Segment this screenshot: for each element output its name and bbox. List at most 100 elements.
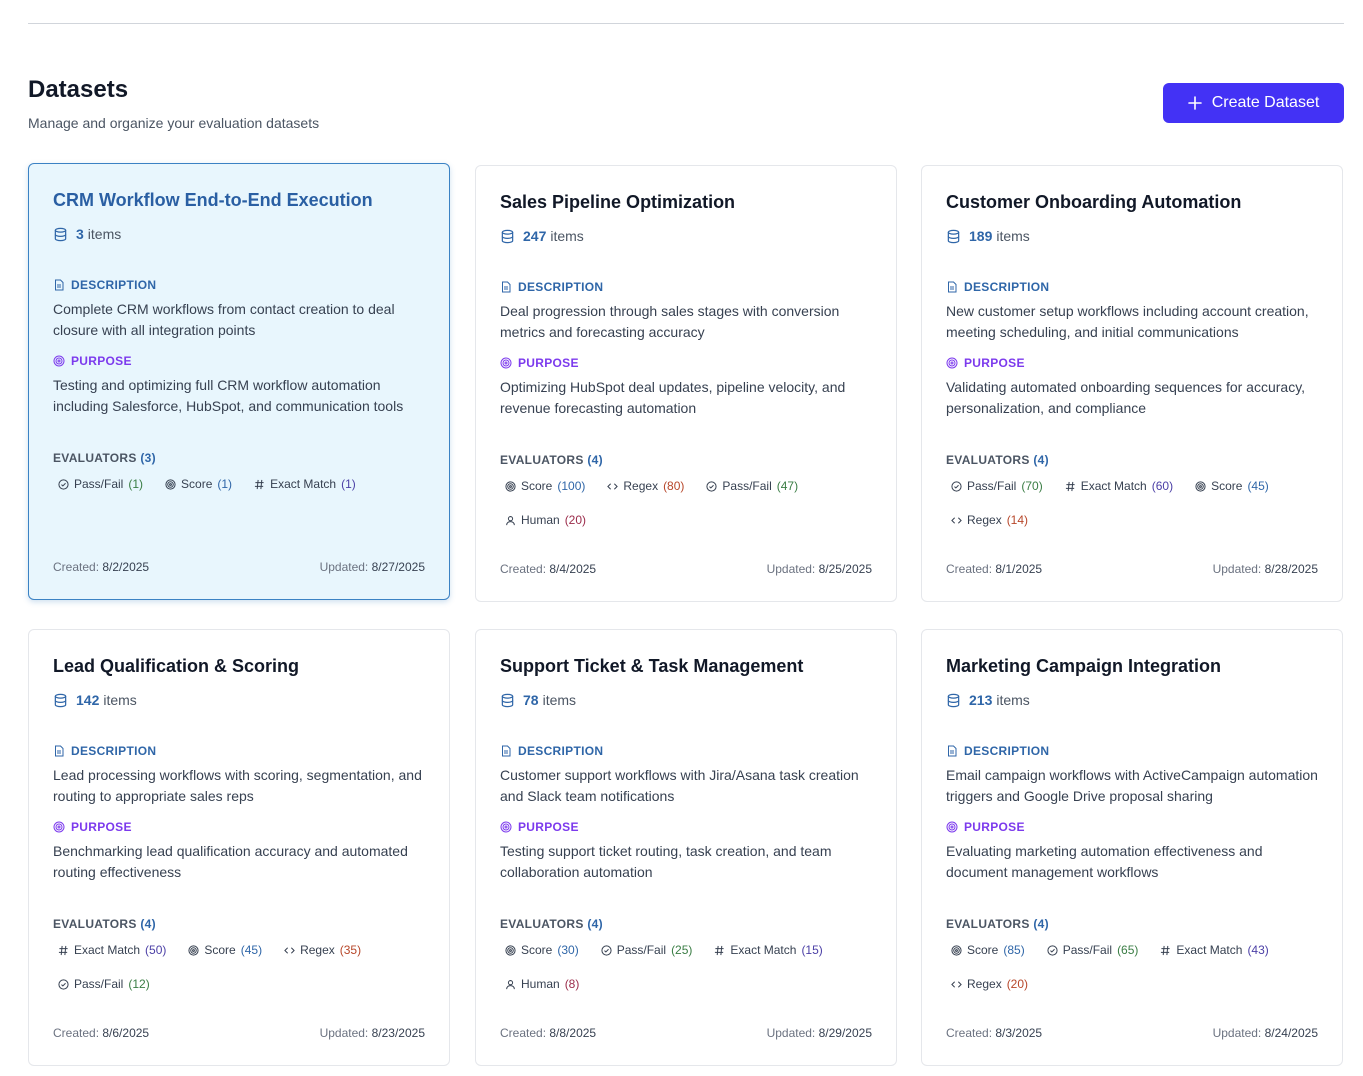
- code-icon: [951, 515, 962, 526]
- evaluator-tag[interactable]: Pass/Fail (47): [701, 476, 803, 496]
- evaluator-tag[interactable]: Score (85): [946, 940, 1030, 960]
- dataset-card[interactable]: Support Ticket & Task Management 78 items…: [475, 629, 897, 1066]
- database-icon: [946, 229, 961, 244]
- evaluators-count: (3): [140, 451, 156, 465]
- dataset-card[interactable]: CRM Workflow End-to-End Execution 3 items…: [28, 163, 450, 600]
- created-label: Created:: [946, 1026, 993, 1040]
- evaluator-tag[interactable]: Score (100): [500, 476, 590, 496]
- dataset-title[interactable]: Marketing Campaign Integration: [946, 656, 1221, 677]
- description-label-text: DESCRIPTION: [71, 744, 157, 758]
- updated-date: Updated: 8/27/2025: [320, 560, 425, 574]
- target-icon: [505, 944, 516, 956]
- check-circle-icon: [601, 944, 612, 956]
- evaluator-tag[interactable]: Regex (35): [279, 940, 366, 960]
- updated-label: Updated:: [319, 560, 369, 574]
- dataset-card[interactable]: Marketing Campaign Integration 213 items …: [921, 629, 1343, 1066]
- updated-value: 8/28/2025: [1264, 562, 1318, 576]
- created-label: Created:: [946, 562, 993, 576]
- item-count: 213: [969, 692, 993, 708]
- target-icon: [951, 944, 962, 956]
- user-icon: [505, 515, 516, 526]
- evaluator-count: (100): [557, 479, 586, 493]
- evaluator-tag[interactable]: Exact Match (43): [1155, 940, 1273, 960]
- updated-date: Updated: 8/23/2025: [320, 1026, 425, 1040]
- evaluator-tag[interactable]: Regex (20): [946, 974, 1033, 994]
- purpose-label-text: PURPOSE: [518, 356, 579, 370]
- item-count: 78: [523, 692, 539, 708]
- evaluators-label: EVALUATORS (4): [500, 453, 603, 467]
- created-label: Created:: [500, 1026, 547, 1040]
- page-header: Datasets Manage and organize your evalua…: [28, 76, 1344, 136]
- file-icon: [946, 745, 958, 757]
- dataset-title[interactable]: CRM Workflow End-to-End Execution: [53, 190, 373, 211]
- item-count-row: 189 items: [946, 228, 1030, 244]
- evaluator-tag[interactable]: Pass/Fail (70): [946, 476, 1048, 496]
- file-icon: [500, 281, 512, 293]
- evaluator-tag[interactable]: Pass/Fail (65): [1042, 940, 1144, 960]
- evaluator-tag[interactable]: Exact Match (15): [709, 940, 827, 960]
- purpose-label-text: PURPOSE: [964, 356, 1025, 370]
- evaluator-name: Score: [1211, 479, 1243, 493]
- evaluator-tag[interactable]: Human (8): [500, 974, 584, 994]
- items-label: items: [542, 692, 577, 708]
- database-icon: [946, 693, 961, 708]
- dataset-card[interactable]: Lead Qualification & Scoring 142 items DE…: [28, 629, 450, 1066]
- created-date: Created: 8/2/2025: [53, 560, 149, 574]
- dataset-title[interactable]: Customer Onboarding Automation: [946, 192, 1241, 213]
- item-count: 142: [76, 692, 100, 708]
- description-label-text: DESCRIPTION: [518, 280, 604, 294]
- item-count: 247: [523, 228, 547, 244]
- evaluator-tag[interactable]: Score (30): [500, 940, 584, 960]
- evaluator-count: (47): [776, 479, 799, 493]
- purpose-icon: [946, 357, 958, 369]
- purpose-label: PURPOSE: [946, 820, 1025, 834]
- card-footer: Created: 8/2/2025 Updated: 8/27/2025: [53, 560, 425, 574]
- created-value: 8/8/2025: [549, 1026, 597, 1040]
- code-icon: [284, 945, 295, 956]
- evaluator-tag[interactable]: Pass/Fail (25): [596, 940, 698, 960]
- description-text: Email campaign workflows with ActiveCamp…: [946, 767, 1318, 804]
- evaluator-count: (1): [217, 477, 233, 491]
- evaluator-tag[interactable]: Score (45): [183, 940, 267, 960]
- evaluator-tag[interactable]: Exact Match (60): [1060, 476, 1178, 496]
- purpose-label-text: PURPOSE: [71, 354, 132, 368]
- dataset-title[interactable]: Lead Qualification & Scoring: [53, 656, 299, 677]
- evaluator-name: Human: [521, 977, 560, 991]
- evaluators-label: EVALUATORS (4): [946, 453, 1049, 467]
- evaluator-count: (35): [339, 943, 362, 957]
- hash-icon: [58, 945, 69, 956]
- item-count-row: 142 items: [53, 692, 137, 708]
- evaluator-name: Human: [521, 513, 560, 527]
- dataset-card[interactable]: Customer Onboarding Automation 189 items …: [921, 165, 1343, 602]
- evaluator-tag[interactable]: Regex (14): [946, 510, 1033, 530]
- evaluator-tag[interactable]: Pass/Fail (12): [53, 974, 155, 994]
- created-date: Created: 8/3/2025: [946, 1026, 1042, 1040]
- evaluator-tag[interactable]: Regex (80): [602, 476, 689, 496]
- dataset-title[interactable]: Support Ticket & Task Management: [500, 656, 803, 677]
- dataset-title[interactable]: Sales Pipeline Optimization: [500, 192, 735, 213]
- evaluator-tag[interactable]: Human (20): [500, 510, 591, 530]
- evaluator-tags: Pass/Fail (70) Exact Match (60) Score (4…: [946, 476, 1326, 530]
- evaluator-tag[interactable]: Pass/Fail (1): [53, 474, 148, 494]
- evaluator-name: Regex: [967, 513, 1002, 527]
- create-dataset-button[interactable]: Create Dataset: [1163, 83, 1344, 123]
- purpose-label: PURPOSE: [53, 820, 132, 834]
- evaluator-tag[interactable]: Exact Match (50): [53, 940, 171, 960]
- created-value: 8/2/2025: [102, 560, 150, 574]
- evaluator-name: Regex: [623, 479, 659, 493]
- evaluators-label: EVALUATORS (4): [946, 917, 1049, 931]
- evaluator-name: Pass/Fail: [722, 479, 772, 493]
- code-icon: [607, 481, 619, 492]
- updated-label: Updated:: [319, 1026, 369, 1040]
- check-circle-icon: [951, 480, 962, 492]
- evaluators-count: (4): [140, 917, 156, 931]
- evaluator-name: Score: [967, 943, 999, 957]
- evaluator-tag[interactable]: Exact Match (1): [249, 474, 361, 494]
- dataset-card[interactable]: Sales Pipeline Optimization 247 items DES…: [475, 165, 897, 602]
- evaluator-tag[interactable]: Score (1): [160, 474, 237, 494]
- item-count-row: 3 items: [53, 226, 121, 242]
- updated-date: Updated: 8/24/2025: [1213, 1026, 1318, 1040]
- target-icon: [188, 944, 199, 956]
- plus-icon: [1187, 96, 1202, 110]
- evaluator-tag[interactable]: Score (45): [1190, 476, 1274, 496]
